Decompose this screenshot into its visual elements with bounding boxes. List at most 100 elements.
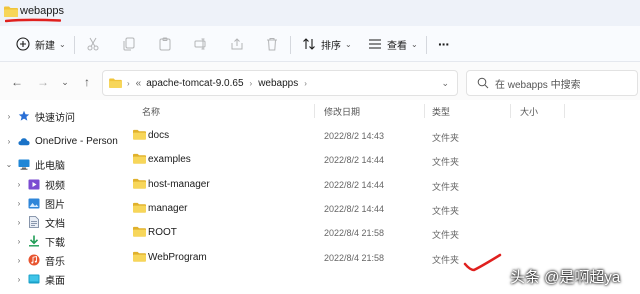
breadcrumb-overflow[interactable]: « bbox=[136, 78, 142, 89]
search-box[interactable]: 在 webapps 中搜索 bbox=[466, 70, 638, 96]
sidebar-item-quick-access[interactable]: › 快速访问 bbox=[4, 105, 75, 127]
table-row[interactable]: docs 2022/8/2 14:43 文件夹 bbox=[128, 124, 633, 148]
chevron-right-icon: › bbox=[127, 78, 130, 88]
sort-icon bbox=[303, 38, 315, 50]
address-dropdown-icon[interactable]: ⌄ bbox=[441, 78, 449, 89]
share-icon bbox=[231, 38, 243, 50]
chevron-right-icon[interactable]: › bbox=[14, 256, 24, 265]
copy-button[interactable] bbox=[122, 34, 136, 54]
trash-icon bbox=[267, 38, 277, 51]
table-row[interactable]: manager 2022/8/2 14:44 文件夹 bbox=[128, 197, 633, 221]
sidebar-item-label: 图片 bbox=[45, 199, 65, 211]
command-bar: 新建 ⌄ 排序 ⌄ 查看 ⌄ ··· bbox=[0, 26, 640, 62]
chevron-right-icon[interactable]: › bbox=[4, 137, 14, 146]
folder-icon bbox=[133, 129, 146, 140]
table-row[interactable]: examples 2022/8/2 14:44 文件夹 bbox=[128, 148, 633, 172]
column-header-size[interactable]: 大小 bbox=[520, 105, 538, 118]
back-button[interactable]: ← bbox=[10, 75, 24, 89]
sidebar-item-label: 快速访问 bbox=[35, 112, 75, 124]
address-bar[interactable]: › « apache-tomcat-9.0.65 › webapps › ⌄ bbox=[102, 70, 458, 96]
new-button-label: 新建 bbox=[35, 40, 55, 52]
chevron-down-icon: ⌄ bbox=[411, 39, 418, 49]
folder-icon bbox=[109, 78, 122, 88]
title-annotation-underline bbox=[5, 18, 61, 23]
breadcrumb-apache-tomcat[interactable]: apache-tomcat-9.0.65 bbox=[146, 78, 243, 89]
toolbar-divider bbox=[290, 36, 291, 54]
file-date: 2022/8/2 14:44 bbox=[324, 155, 385, 165]
arrow-up-icon: ↑ bbox=[84, 75, 90, 89]
sidebar-item-label: 此电脑 bbox=[35, 160, 65, 172]
file-name: ROOT bbox=[148, 227, 177, 238]
annotation-checkmark bbox=[463, 253, 502, 272]
file-name: WebProgram bbox=[148, 252, 207, 263]
chevron-right-icon: › bbox=[304, 78, 307, 88]
breadcrumb-webapps[interactable]: webapps bbox=[258, 78, 298, 89]
up-button[interactable]: ↑ bbox=[80, 75, 94, 89]
add-icon bbox=[16, 37, 30, 51]
chevron-right-icon[interactable]: › bbox=[14, 237, 24, 246]
file-name: host-manager bbox=[148, 179, 210, 190]
video-icon bbox=[28, 178, 40, 190]
clipboard-icon bbox=[159, 37, 171, 51]
column-header-type[interactable]: 类型 bbox=[432, 105, 450, 118]
new-button[interactable]: 新建 ⌄ bbox=[16, 34, 66, 54]
sidebar-item-label: 下载 bbox=[45, 237, 65, 249]
file-date: 2022/8/4 21:58 bbox=[324, 253, 385, 263]
folder-icon bbox=[133, 202, 146, 213]
file-name: examples bbox=[148, 154, 191, 165]
sidebar-item-label: OneDrive - Persona bbox=[35, 135, 124, 147]
file-type: 文件夹 bbox=[432, 133, 460, 143]
file-date: 2022/8/2 14:44 bbox=[324, 204, 385, 214]
column-header-name[interactable]: 名称 bbox=[142, 105, 160, 118]
more-icon: ··· bbox=[438, 36, 450, 52]
chevron-down-icon[interactable]: ⌄ bbox=[4, 160, 14, 169]
paste-button[interactable] bbox=[158, 34, 172, 54]
file-date: 2022/8/4 21:58 bbox=[324, 228, 385, 238]
chevron-right-icon[interactable]: › bbox=[4, 112, 14, 121]
more-options-button[interactable]: ··· bbox=[438, 34, 450, 54]
column-header-date[interactable]: 修改日期 bbox=[324, 105, 360, 118]
download-icon bbox=[28, 235, 40, 247]
chevron-right-icon[interactable]: › bbox=[14, 275, 24, 284]
chevron-right-icon[interactable]: › bbox=[14, 180, 24, 189]
window-title: webapps bbox=[20, 5, 65, 17]
view-button-label: 查看 bbox=[387, 40, 407, 52]
arrow-left-icon: ← bbox=[11, 75, 23, 89]
column-divider[interactable] bbox=[510, 104, 511, 118]
folder-icon bbox=[133, 226, 146, 237]
sort-button[interactable]: 排序 ⌄ bbox=[302, 34, 352, 54]
rename-button[interactable] bbox=[194, 34, 208, 54]
music-icon bbox=[28, 254, 40, 266]
cloud-icon bbox=[18, 135, 30, 147]
column-divider[interactable] bbox=[564, 104, 565, 118]
delete-button[interactable] bbox=[265, 34, 279, 54]
chevron-right-icon: › bbox=[249, 78, 253, 88]
chevron-down-icon: ⌄ bbox=[61, 77, 69, 87]
share-button[interactable] bbox=[230, 34, 244, 54]
view-list-icon bbox=[369, 39, 381, 49]
sidebar-item-onedrive[interactable]: › OneDrive - Persona bbox=[4, 130, 124, 152]
cut-button[interactable] bbox=[86, 34, 100, 54]
picture-icon bbox=[28, 197, 40, 209]
sidebar-item-this-pc[interactable]: ⌄ 此电脑 bbox=[4, 153, 65, 175]
chevron-right-icon[interactable]: › bbox=[14, 199, 24, 208]
recent-locations-button[interactable]: ⌄ bbox=[58, 75, 72, 89]
forward-button[interactable]: → bbox=[36, 75, 50, 89]
star-icon bbox=[18, 110, 30, 122]
file-type: 文件夹 bbox=[432, 182, 460, 192]
sidebar-item-label: 桌面 bbox=[45, 275, 65, 287]
folder-icon bbox=[133, 251, 146, 262]
search-input[interactable]: 在 webapps 中搜索 bbox=[495, 76, 581, 91]
title-bar: webapps bbox=[0, 0, 640, 26]
table-row[interactable]: ROOT 2022/8/4 21:58 文件夹 bbox=[128, 221, 633, 245]
navigation-pane: › 快速访问 › OneDrive - Persona ⌄ 此电脑 › 视频 ›… bbox=[0, 100, 123, 294]
sidebar-item-desktop[interactable]: › 桌面 bbox=[14, 268, 65, 290]
table-row[interactable]: host-manager 2022/8/2 14:44 文件夹 bbox=[128, 173, 633, 197]
view-button[interactable]: 查看 ⌄ bbox=[368, 34, 418, 54]
column-divider[interactable] bbox=[314, 104, 315, 118]
file-type: 文件夹 bbox=[432, 157, 460, 167]
sidebar-item-label: 文档 bbox=[45, 218, 65, 230]
file-type: 文件夹 bbox=[432, 230, 460, 240]
column-divider[interactable] bbox=[424, 104, 425, 118]
chevron-right-icon[interactable]: › bbox=[14, 218, 24, 227]
